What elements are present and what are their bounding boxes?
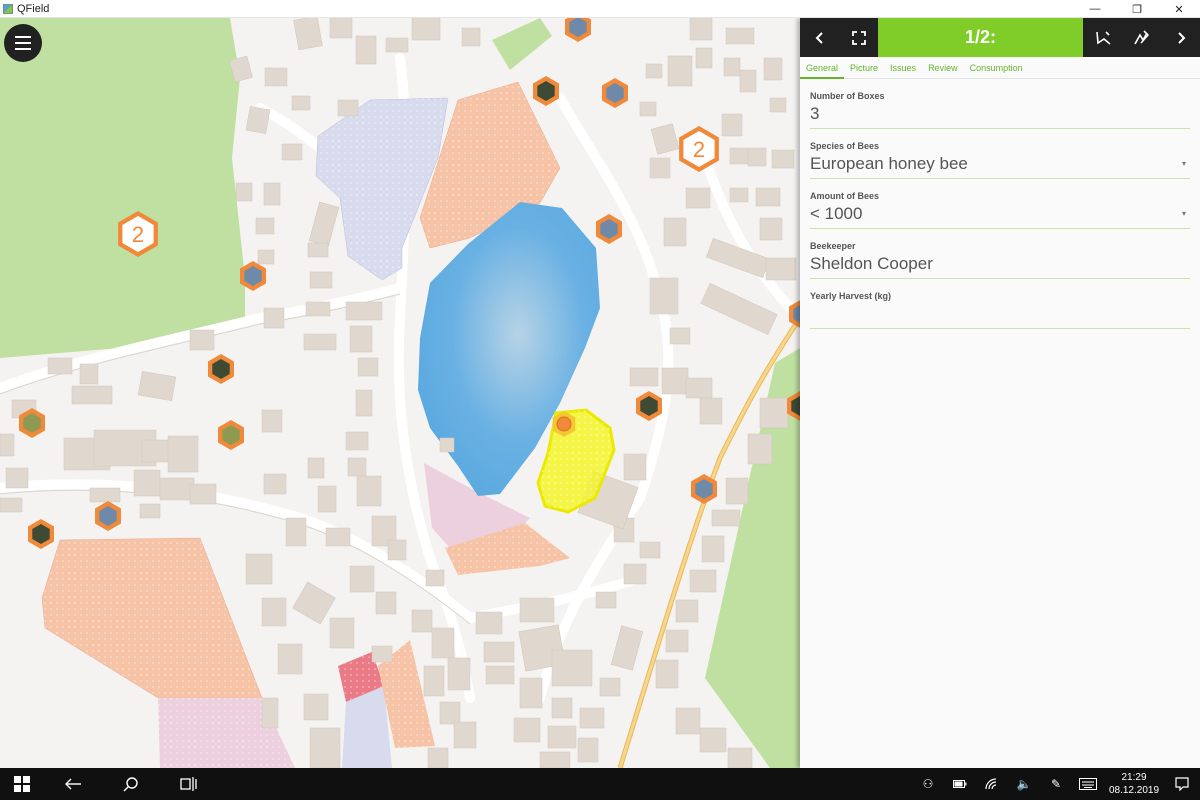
window-title: QField [17,2,50,15]
tab-picture[interactable]: Picture [850,57,884,78]
back-arrow-icon[interactable] [44,768,102,800]
field-label: Beekeeper [810,241,856,251]
window-titlebar: QField — ❐ ✕ [0,0,1200,18]
beekeeper-input[interactable]: Sheldon Cooper [810,251,1190,279]
field-label: Amount of Bees [810,191,880,201]
field-beekeeper: Beekeeper Sheldon Cooper [800,241,1200,279]
field-label: Yearly Harvest (kg) [810,291,892,301]
windows-taskbar: ⚇ 🔈 ✎ 21:29 08.12.2019 [0,768,1200,800]
field-value: European honey bee [810,154,968,173]
fullscreen-icon[interactable] [839,18,878,57]
apiary-marker[interactable] [691,474,717,504]
tab-review[interactable]: Review [928,57,964,78]
number-of-boxes-input[interactable]: 3 [810,101,1190,129]
field-label: Number of Boxes [810,91,885,101]
field-amount-of-bees: Amount of Bees < 1000 ▾ [800,191,1200,229]
tab-issues[interactable]: Issues [890,57,922,78]
edit-attributes-icon[interactable] [1122,18,1161,57]
apiary-marker[interactable] [596,214,622,244]
feature-form-header: 1/2: [800,18,1200,57]
cluster-marker[interactable]: 2 [118,211,158,257]
apiary-marker[interactable] [240,261,266,291]
field-species-of-bees: Species of Bees European honey bee ▾ [800,141,1200,179]
windows-start-icon[interactable] [0,768,44,800]
window-controls: — ❐ ✕ [1074,0,1200,18]
dropdown-caret-icon: ▾ [1181,159,1186,168]
minimize-icon[interactable]: — [1074,0,1116,18]
close-icon[interactable]: ✕ [1158,0,1200,18]
volume-icon[interactable]: 🔈 [1008,768,1040,800]
chevron-left-icon[interactable] [800,18,839,57]
yearly-harvest-input[interactable] [810,301,1190,329]
clock-date: 08.12.2019 [1108,785,1160,796]
task-view-icon[interactable] [160,768,218,800]
species-of-bees-dropdown[interactable]: European honey bee ▾ [810,151,1190,179]
field-value: 3 [810,104,820,123]
pen-icon[interactable]: ✎ [1040,768,1072,800]
taskbar-clock[interactable]: 21:29 08.12.2019 [1104,771,1164,797]
tab-general[interactable]: General [799,57,845,79]
tab-consumption[interactable]: Consumption [970,57,1029,78]
cluster-count: 2 [132,222,144,247]
field-value: Sheldon Cooper [810,254,933,273]
keyboard-icon[interactable] [1072,768,1104,800]
apiary-marker[interactable] [208,354,234,384]
apiary-marker[interactable] [602,78,628,108]
field-value: < 1000 [810,204,863,223]
header-right-tools [1083,18,1200,57]
amount-of-bees-dropdown[interactable]: < 1000 ▾ [810,201,1190,229]
apiary-marker[interactable] [789,299,800,329]
clock-time: 21:29 [1121,772,1147,783]
apiary-marker[interactable] [636,391,662,421]
wifi-icon[interactable] [976,768,1008,800]
app-icon [3,3,13,14]
field-yearly-harvest: Yearly Harvest (kg) [800,291,1200,329]
restore-icon[interactable]: ❐ [1116,0,1158,18]
apiary-marker[interactable] [28,519,54,549]
apiary-marker[interactable] [19,408,45,438]
chevron-right-icon[interactable] [1161,18,1200,57]
cluster-marker[interactable]: 2 [679,126,719,172]
apiary-marker[interactable] [95,501,121,531]
feature-form-panel: 1/2: General Picture Issues Review Consu… [799,18,1200,768]
system-tray: ⚇ 🔈 ✎ 21:29 08.12.2019 [912,768,1200,800]
people-icon[interactable]: ⚇ [912,768,944,800]
feature-counter-title: 1/2: [878,18,1083,57]
edit-geometry-icon[interactable] [1083,18,1122,57]
battery-icon[interactable] [944,768,976,800]
field-label: Species of Bees [810,141,880,151]
form-tabs: General Picture Issues Review Consumptio… [799,57,1200,79]
cluster-count: 2 [693,137,705,162]
dropdown-caret-icon: ▾ [1181,209,1186,218]
apiary-marker[interactable] [787,391,800,421]
hamburger-menu-icon[interactable] [4,24,42,62]
apiary-marker[interactable] [533,76,559,106]
selected-apiary-marker[interactable] [552,411,576,437]
search-icon[interactable] [102,768,160,800]
apiary-marker[interactable] [565,18,591,42]
apiary-marker[interactable] [218,420,244,450]
header-left-tools [800,18,878,57]
notification-icon[interactable] [1164,768,1200,800]
map-markers: 22 [19,18,800,549]
map-canvas[interactable]: 22 [0,18,800,768]
field-number-of-boxes: Number of Boxes 3 [800,91,1200,129]
